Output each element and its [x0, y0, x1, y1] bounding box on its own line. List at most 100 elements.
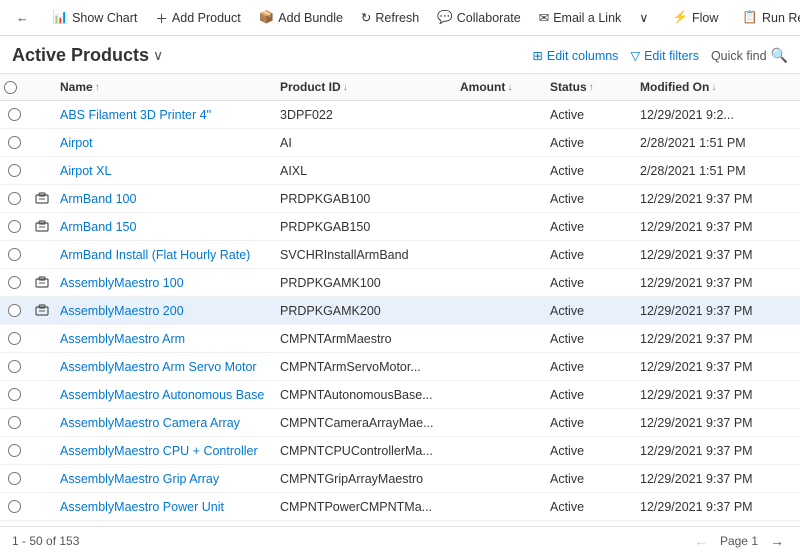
- row-name[interactable]: AssemblyMaestro Camera Array: [56, 412, 276, 434]
- row-select-radio[interactable]: [8, 472, 21, 485]
- row-name[interactable]: Airpot XL: [56, 160, 276, 182]
- col-header-amount[interactable]: Amount ↓: [456, 78, 546, 96]
- page-title: Active Products: [12, 45, 149, 66]
- col-header-name[interactable]: Name ↑: [56, 78, 276, 96]
- row-select-radio[interactable]: [8, 164, 21, 177]
- row-icon-cell: [28, 251, 56, 259]
- chart-icon: 📊: [53, 10, 69, 25]
- collaborate-icon: 💬: [437, 10, 453, 25]
- row-radio-cell: [0, 356, 28, 377]
- add-bundle-icon: 📦: [259, 10, 275, 25]
- next-page-button[interactable]: →: [766, 531, 788, 551]
- row-status: Active: [546, 496, 636, 518]
- expand-button[interactable]: ∨: [631, 6, 656, 29]
- row-select-radio[interactable]: [8, 500, 21, 513]
- row-radio-cell: [0, 272, 28, 293]
- table-row: AssemblyMaestro Trunk Servo MotorCMPNTTr…: [0, 521, 800, 526]
- row-amount: [456, 503, 546, 511]
- row-amount: [456, 307, 546, 315]
- page-label: Page 1: [720, 534, 758, 548]
- row-name[interactable]: AssemblyMaestro Trunk Servo Motor: [56, 524, 276, 527]
- row-radio-cell: [0, 104, 28, 125]
- row-select-radio[interactable]: [8, 416, 21, 429]
- prev-icon: ←: [694, 533, 708, 549]
- row-select-radio[interactable]: [8, 248, 21, 261]
- row-select-radio[interactable]: [8, 388, 21, 401]
- row-icon-cell: [28, 111, 56, 119]
- title-chevron[interactable]: ∨: [153, 47, 163, 64]
- row-name[interactable]: ABS Filament 3D Printer 4": [56, 104, 276, 126]
- row-name[interactable]: ArmBand 150: [56, 216, 276, 238]
- row-name[interactable]: Airpot: [56, 132, 276, 154]
- row-status: Active: [546, 524, 636, 527]
- subheader: Active Products ∨ ⊞ Edit columns ▽ Edit …: [0, 36, 800, 74]
- run-report-button[interactable]: 📋 Run Report: [734, 6, 800, 29]
- show-chart-button[interactable]: 📊 Show Chart: [45, 6, 146, 29]
- back-button[interactable]: ←: [8, 7, 37, 29]
- edit-filters-button[interactable]: ▽ Edit filters: [630, 48, 699, 63]
- flow-button[interactable]: ⚡ Flow: [664, 6, 726, 29]
- row-name[interactable]: AssemblyMaestro Autonomous Base: [56, 384, 276, 406]
- add-product-button[interactable]: ＋ Add Product: [147, 4, 248, 31]
- row-select-radio[interactable]: [8, 332, 21, 345]
- row-status: Active: [546, 356, 636, 378]
- row-select-radio[interactable]: [8, 108, 21, 121]
- row-select-radio[interactable]: [8, 444, 21, 457]
- table-row: AirpotAI Active2/28/2021 1:51 PM: [0, 129, 800, 157]
- row-name[interactable]: ArmBand Install (Flat Hourly Rate): [56, 244, 276, 266]
- row-icon-cell: [28, 216, 56, 238]
- row-product-id: CMPNTTrunkServoMotor...: [276, 524, 456, 527]
- select-all-radio[interactable]: [4, 81, 17, 94]
- row-status: Active: [546, 216, 636, 238]
- row-product-id: AI: [276, 132, 456, 154]
- row-amount: [456, 475, 546, 483]
- row-name[interactable]: AssemblyMaestro Power Unit: [56, 496, 276, 518]
- footer-nav: ← Page 1 →: [690, 531, 788, 551]
- row-status: Active: [546, 132, 636, 154]
- table-body: ABS Filament 3D Printer 4"3DPF022Active1…: [0, 101, 800, 526]
- table-row: AssemblyMaestro Grip ArrayCMPNTGripArray…: [0, 465, 800, 493]
- row-select-radio[interactable]: [8, 136, 21, 149]
- row-name[interactable]: ArmBand 100: [56, 188, 276, 210]
- modified-sort-icon: ↓: [711, 82, 716, 93]
- row-select-radio[interactable]: [8, 360, 21, 373]
- row-name[interactable]: AssemblyMaestro Grip Array: [56, 468, 276, 490]
- edit-columns-button[interactable]: ⊞ Edit columns: [532, 48, 618, 63]
- row-select-radio[interactable]: [8, 192, 21, 205]
- col-header-status[interactable]: Status ↑: [546, 78, 636, 96]
- search-icon[interactable]: 🔍: [771, 47, 788, 64]
- kit-icon: [35, 192, 49, 206]
- row-modified-on: 12/29/2021 9:37 PM: [636, 244, 796, 266]
- collaborate-button[interactable]: 💬 Collaborate: [429, 6, 529, 29]
- row-radio-cell: [0, 412, 28, 433]
- col-header-select: [0, 79, 28, 96]
- row-status: Active: [546, 412, 636, 434]
- row-product-id: PRDPKGAB150: [276, 216, 456, 238]
- col-header-product-id[interactable]: Product ID ↓: [276, 78, 456, 96]
- row-modified-on: 2/28/2021 1:51 PM: [636, 132, 796, 154]
- row-product-id: 3DPF022: [276, 104, 456, 126]
- row-radio-cell: [0, 468, 28, 489]
- row-name[interactable]: AssemblyMaestro CPU + Controller: [56, 440, 276, 462]
- row-name[interactable]: AssemblyMaestro 200: [56, 300, 276, 322]
- row-select-radio[interactable]: [8, 304, 21, 317]
- add-bundle-button[interactable]: 📦 Add Bundle: [251, 6, 351, 29]
- refresh-button[interactable]: ↻ Refresh: [353, 6, 427, 29]
- table-row: AssemblyMaestro 100PRDPKGAMK100Active12/…: [0, 269, 800, 297]
- row-name[interactable]: AssemblyMaestro Arm: [56, 328, 276, 350]
- row-select-radio[interactable]: [8, 276, 21, 289]
- row-product-id: CMPNTCPUControllerMa...: [276, 440, 456, 462]
- col-header-modified-on[interactable]: Modified On ↓: [636, 78, 796, 96]
- row-product-id: PRDPKGAMK200: [276, 300, 456, 322]
- row-name[interactable]: AssemblyMaestro Arm Servo Motor: [56, 356, 276, 378]
- flow-icon: ⚡: [672, 10, 688, 25]
- prev-page-button[interactable]: ←: [690, 531, 712, 551]
- email-link-button[interactable]: ✉ Email a Link: [531, 6, 630, 29]
- row-icon-cell: [28, 300, 56, 322]
- row-icon-cell: [28, 272, 56, 294]
- row-amount: [456, 447, 546, 455]
- table-row: ArmBand 150PRDPKGAB150Active12/29/2021 9…: [0, 213, 800, 241]
- chevron-down-icon: ∨: [639, 10, 648, 25]
- row-select-radio[interactable]: [8, 220, 21, 233]
- row-name[interactable]: AssemblyMaestro 100: [56, 272, 276, 294]
